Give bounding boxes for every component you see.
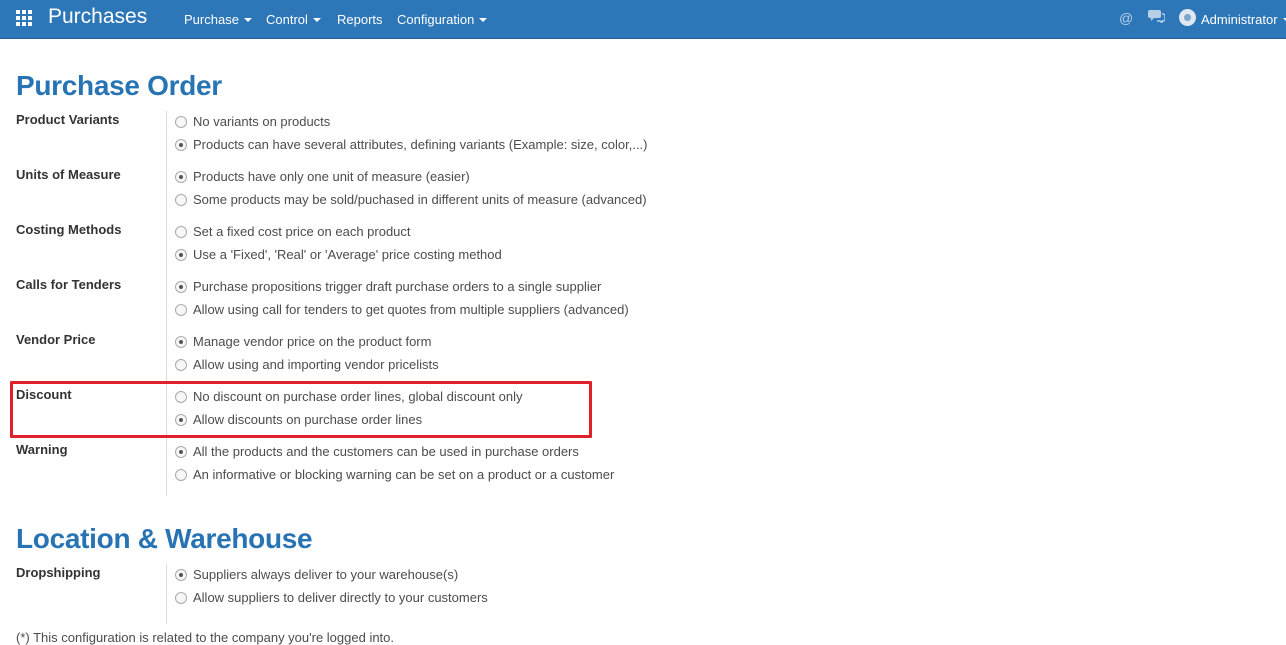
radio-label: All the products and the customers can b…	[193, 444, 579, 459]
radio-label: No variants on products	[193, 114, 331, 129]
menu-purchase-label: Purchase	[184, 12, 239, 27]
chat-icon[interactable]	[1148, 9, 1166, 26]
setting-label-costing-methods: Costing Methods	[16, 222, 122, 237]
radio-button[interactable]	[175, 304, 187, 316]
radio-button-selected[interactable]	[175, 171, 187, 183]
user-name: Administrator	[1201, 12, 1278, 27]
caret-down-icon	[1282, 18, 1286, 22]
setting-label-vendor-price: Vendor Price	[16, 332, 96, 347]
radio-label: An informative or blocking warning can b…	[193, 467, 615, 482]
section-divider	[166, 111, 167, 496]
section-divider	[166, 564, 167, 624]
radio-label: Allow using call for tenders to get quot…	[193, 302, 629, 317]
menu-control[interactable]: Control	[266, 12, 321, 27]
menu-reports-label: Reports	[337, 12, 383, 27]
radio-label: Products have only one unit of measure (…	[193, 169, 470, 184]
radio-label: Purchase propositions trigger draft purc…	[193, 279, 602, 294]
setting-label-dropshipping: Dropshipping	[16, 565, 101, 580]
radio-label: Set a fixed cost price on each product	[193, 224, 411, 239]
radio-button[interactable]	[175, 592, 187, 604]
menu-reports[interactable]: Reports	[337, 12, 383, 27]
radio-label: Suppliers always deliver to your warehou…	[193, 567, 459, 582]
setting-label-warning: Warning	[16, 442, 68, 457]
apps-grid-icon[interactable]	[16, 10, 34, 28]
menu-purchase[interactable]: Purchase	[184, 12, 252, 27]
section-title-location-warehouse: Location & Warehouse	[16, 523, 313, 554]
radio-button-selected[interactable]	[175, 569, 187, 581]
radio-button-selected[interactable]	[175, 281, 187, 293]
radio-button[interactable]	[175, 359, 187, 371]
radio-button[interactable]	[175, 194, 187, 206]
radio-label: Some products may be sold/puchased in di…	[193, 192, 647, 207]
caret-down-icon	[243, 18, 252, 22]
caret-down-icon	[312, 18, 321, 22]
radio-button-selected[interactable]	[175, 139, 187, 151]
radio-button-selected[interactable]	[175, 446, 187, 458]
menu-configuration-label: Configuration	[397, 12, 475, 27]
radio-button-selected[interactable]	[175, 249, 187, 261]
caret-down-icon	[479, 18, 488, 22]
menu-control-label: Control	[266, 12, 308, 27]
radio-button[interactable]	[175, 226, 187, 238]
radio-label: Allow suppliers to deliver directly to y…	[193, 590, 488, 605]
setting-label-product-variants: Product Variants	[16, 112, 120, 127]
user-menu[interactable]: Administrator	[1201, 12, 1286, 27]
radio-button-selected[interactable]	[175, 336, 187, 348]
radio-button[interactable]	[175, 116, 187, 128]
radio-label: Allow using and importing vendor priceli…	[193, 357, 439, 372]
section-title-purchase-order: Purchase Order	[16, 70, 222, 101]
app-title: Purchases	[48, 5, 148, 28]
radio-button[interactable]	[175, 469, 187, 481]
radio-label: Manage vendor price on the product form	[193, 334, 432, 349]
setting-label-calls-for-tenders: Calls for Tenders	[16, 277, 122, 292]
menu-configuration[interactable]: Configuration	[397, 12, 488, 27]
radio-label: Use a 'Fixed', 'Real' or 'Average' price…	[193, 247, 502, 262]
user-avatar[interactable]	[1179, 9, 1196, 26]
mentions-icon[interactable]: @	[1119, 10, 1133, 26]
radio-label: Products can have several attributes, de…	[193, 137, 648, 152]
discount-highlight-box	[10, 381, 592, 438]
top-navbar: Purchases Purchase Control Reports Confi…	[0, 0, 1286, 39]
setting-label-units-of-measure: Units of Measure	[16, 167, 121, 182]
